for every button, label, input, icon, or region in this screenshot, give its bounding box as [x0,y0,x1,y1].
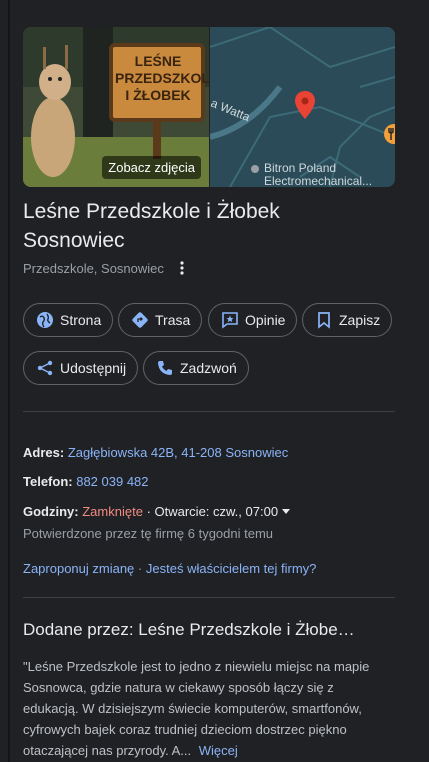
share-label: Udostępnij [60,360,127,376]
map-preview[interactable]: a Watta Bitron Poland Electromechanical.… [210,27,395,187]
own-business-link[interactable]: Jesteś właścicielem tej firmy? [146,561,317,576]
restaurant-icon [384,124,395,144]
photo-gallery[interactable]: LEŚNE PRZEDSZKOL I ŻŁOBEK Zobacz zdjęcia… [23,27,395,187]
links-separator: · [137,561,143,576]
phone-label: Telefon: [23,474,73,489]
more-options-icon[interactable] [174,260,190,276]
sign-line-3: I ŻŁOBEK [125,87,191,103]
divider-top [23,411,395,412]
photo-entrance[interactable]: LEŚNE PRZEDSZKOL I ŻŁOBEK Zobacz zdjęcia [23,27,209,187]
description-title: Dodane przez: Leśne Przedszkole i Żłobe… [23,620,355,639]
address-link[interactable]: Zagłębiowska 42B, 41-208 Sosnowiec [68,445,288,460]
place-title: Leśne Przedszkole i Żłobek Sosnowiec [23,200,280,252]
call-button[interactable]: Zadzwoń [143,351,249,385]
see-photos-button[interactable]: Zobacz zdjęcia [102,156,201,179]
phone-row: Telefon: 882 039 482 [23,474,149,489]
bookmark-icon [318,312,330,329]
hours-label: Godziny: [23,504,79,519]
map-poi-dot-icon [251,165,259,173]
divider-middle [23,597,395,598]
description-body: "Leśne Przedszkole jest to jedno z niewi… [23,659,370,758]
description-text: "Leśne Przedszkole jest to jedno z niewi… [23,656,373,761]
save-label: Zapisz [339,312,381,328]
review-icon [222,312,238,329]
map-poi-line-2: Electromechanical... [264,174,373,188]
address-label: Adres: [23,445,65,460]
more-link[interactable]: Więcej [199,743,238,758]
directions-icon [132,312,148,328]
map-pin-icon [295,91,315,119]
hours-next-open: · Otwarcie: czw., 07:00 [146,504,279,519]
place-subtitle: Przedszkole, Sosnowiec [23,260,190,276]
suggest-edit-link[interactable]: Zaproponuj zmianę [23,561,134,576]
sign-line-2: PRZEDSZKOL [115,70,209,86]
website-button[interactable]: Strona [23,303,114,337]
map-poi-label: Bitron Poland Electromechanical... [264,162,373,188]
share-icon [37,360,53,376]
place-category: Przedszkole, Sosnowiec [23,260,164,276]
save-button[interactable]: Zapisz [302,303,393,337]
call-label: Zadzwoń [180,360,237,376]
sign-line-1: LEŚNE [134,53,182,69]
hours-status: Zamknięte [82,504,143,519]
hours-row[interactable]: Godziny: Zamknięte · Otwarcie: czw., 07:… [23,504,291,519]
phone-icon [158,361,172,375]
globe-icon [37,312,53,328]
share-button[interactable]: Udostępnij [23,351,139,385]
reviews-button[interactable]: Opinie [208,303,298,337]
website-label: Strona [60,312,102,328]
address-row: Adres: Zagłębiowska 42B, 41-208 Sosnowie… [23,445,288,460]
hours-dropdown-icon[interactable] [282,509,291,514]
sign-text: LEŚNE PRZEDSZKOL I ŻŁOBEK [115,53,209,104]
directions-label: Trasa [155,312,191,328]
left-edge-line [8,0,10,762]
phone-link[interactable]: 882 039 482 [76,474,148,489]
hours-confirmed: Potwierdzone przez tę firmę 6 tygodni te… [23,526,274,541]
reviews-label: Opinie [245,312,286,328]
edit-links-row: Zaproponuj zmianę · Jesteś właścicielem … [23,561,316,576]
directions-button[interactable]: Trasa [118,303,203,337]
